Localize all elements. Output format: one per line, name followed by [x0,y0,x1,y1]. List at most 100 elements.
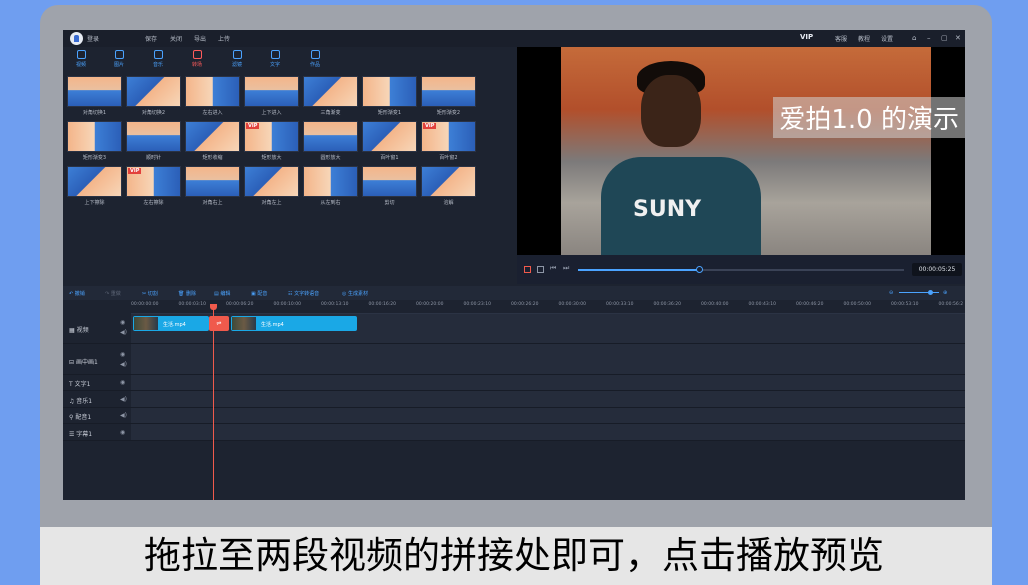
transition-tile[interactable] [421,76,476,107]
tab-video[interactable]: 视频 [63,50,99,68]
track-body-subtitle[interactable] [131,424,965,440]
transition-tile[interactable] [421,166,476,197]
transition-tile[interactable] [67,76,122,107]
transition-label: 溶解 [443,200,454,206]
transition-label: 百叶窗1 [380,155,399,161]
transition-label: 矩形放大 [261,155,282,161]
transition-tile[interactable] [185,76,240,107]
menu-save[interactable]: 保存 [145,34,157,43]
video-clip-2[interactable]: 生活.mp4 [231,316,357,331]
redo-button[interactable]: ↷ 重做 [105,290,121,297]
transition-tile[interactable] [126,76,181,107]
tab-image[interactable]: 图片 [101,50,137,68]
vip-badge: VIP [423,123,437,129]
edit-button[interactable]: ▤ 编辑 [214,290,230,297]
track-pip: ⊟ 画中画1 ◉ ◀) [63,344,965,375]
transition-tile[interactable] [67,121,122,152]
transition-label: 矩形渐变2 [436,110,461,116]
progress-slider[interactable] [578,266,904,273]
tab-text[interactable]: 文字 [257,50,293,68]
eye-icon[interactable]: ◉ [120,351,125,358]
stop-icon[interactable] [537,266,544,273]
menu-support[interactable]: 客服 [835,34,847,43]
eye-icon[interactable]: ◉ [120,319,125,326]
speaker-icon[interactable]: ◀) [120,361,127,368]
menu-settings[interactable]: 设置 [881,34,893,43]
transition-tile[interactable]: VIP [126,166,181,197]
track-head-text: T 文字1 ◉ [63,375,131,390]
dub-button[interactable]: ▣ 配音 [251,290,267,297]
transition-tile[interactable] [185,121,240,152]
clip-thumbnail [134,317,158,330]
track-body-text[interactable] [131,375,965,390]
zoom-slider[interactable] [899,290,939,295]
undo-button[interactable]: ↶ 撤销 [69,290,85,297]
transition-tile[interactable] [303,121,358,152]
speaker-icon[interactable]: ◀) [120,412,127,419]
transition-tile[interactable] [126,121,181,152]
music-icon [153,50,163,59]
transition-tile[interactable] [362,121,417,152]
minimize-icon[interactable]: – [927,34,931,42]
track-label-pip: ⊟ 画中画1 [69,359,98,366]
login-button[interactable]: 登录 [87,34,99,43]
speaker-icon[interactable]: ◀) [120,329,127,336]
eye-icon[interactable]: ◉ [120,429,125,436]
track-head-subtitle: ☰ 字幕1 ◉ [63,424,131,440]
menu-tutorial[interactable]: 教程 [858,34,870,43]
playback-bar: ⏮ ⏭ 00:00:05:25 [517,255,965,284]
transition-tile[interactable] [67,166,122,197]
ruler-tick-label: 00:00:13:10 [321,302,349,307]
video-preview[interactable]: SUNY 爱拍1.0 的演示 [517,47,965,255]
maximize-icon[interactable]: ▢ [941,34,948,42]
transition-tile[interactable]: VIP [244,121,299,152]
ruler-tick-label: 00:00:16:20 [368,302,396,307]
ruler-tick-label: 00:00:43:10 [748,302,776,307]
transition-label: 上下擦除 [84,200,105,206]
vip-button[interactable]: VIP [800,33,813,41]
generate-button[interactable]: ◎ 生成素材 [342,290,368,297]
tab-filter[interactable]: 滤镜 [219,50,255,68]
ruler-tick-label: 00:00:06:20 [226,302,254,307]
transition-tile[interactable] [244,76,299,107]
track-body-video[interactable]: 生活.mp4 ⇌ 生活.mp4 [131,314,965,343]
zoom-in-icon[interactable]: ⊕ [943,290,947,296]
play-icon[interactable] [524,266,531,273]
speaker-icon[interactable]: ◀) [120,396,127,403]
tab-transition[interactable]: 转场 [179,50,215,68]
progress-knob[interactable] [695,266,703,273]
video-frame-image: SUNY [561,47,931,255]
tab-works[interactable]: 作品 [297,50,333,68]
title-bar: 登录 保存 关闭 导出 上传 VIP 客服 教程 设置 ⌂ – ▢ ✕ [63,30,965,47]
menu-upload[interactable]: 上传 [218,34,230,43]
track-body-music[interactable] [131,391,965,407]
video-clip-1[interactable]: 生活.mp4 [133,316,209,331]
transition-tile[interactable] [303,76,358,107]
transition-tile[interactable] [362,166,417,197]
ruler-tick-label: 00:00:20:00 [416,302,444,307]
tab-music[interactable]: 音乐 [140,50,176,68]
next-frame-icon[interactable]: ⏭ [563,264,570,272]
zoom-out-icon[interactable]: ⊖ [889,290,893,296]
eye-icon[interactable]: ◉ [120,379,125,386]
transition-tile[interactable] [303,166,358,197]
playhead-line[interactable] [213,306,214,500]
split-button[interactable]: ✂ 切割 [142,290,158,297]
home-icon[interactable]: ⌂ [912,34,916,42]
tts-button[interactable]: ☷ 文字转语音 [288,290,319,297]
transition-tile[interactable]: VIP [421,121,476,152]
delete-button[interactable]: 🗑 删除 [178,290,196,297]
track-body-pip[interactable] [131,344,965,374]
zoom-knob[interactable] [928,290,933,295]
timeline-ruler[interactable]: 00:00:00:00 00:00:03:10 00:00:06:20 00:00:1… [131,300,965,314]
ruler-tick-label: 00:00:30:00 [558,302,586,307]
transition-marker[interactable]: ⇌ [209,316,229,331]
menu-export[interactable]: 导出 [194,34,206,43]
transition-tile[interactable] [362,76,417,107]
close-icon[interactable]: ✕ [955,34,961,42]
prev-frame-icon[interactable]: ⏮ [550,264,557,272]
transition-tile[interactable] [244,166,299,197]
menu-close[interactable]: 关闭 [170,34,182,43]
transition-tile[interactable] [185,166,240,197]
track-body-dub[interactable] [131,408,965,423]
